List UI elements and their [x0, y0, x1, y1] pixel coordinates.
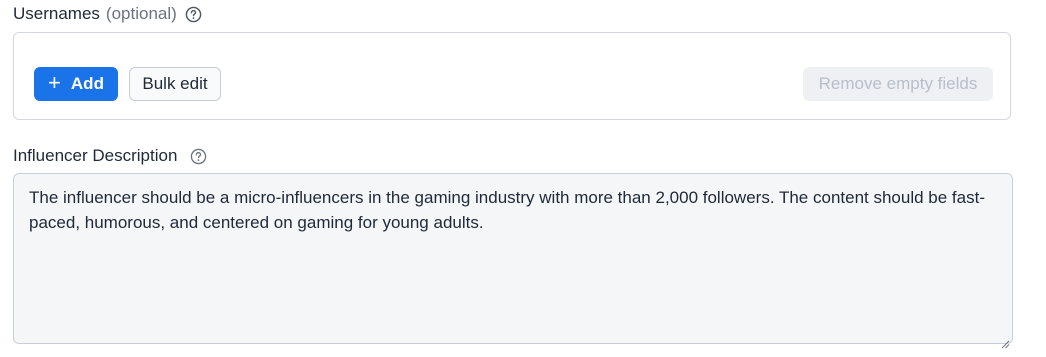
- usernames-label: Usernames: [13, 4, 100, 23]
- add-button-label: Add: [70, 74, 104, 93]
- usernames-label-row: Usernames (optional): [13, 4, 203, 24]
- plus-icon: +: [48, 70, 61, 95]
- form-section: Usernames (optional) + Add Bulk edit Rem…: [0, 0, 1046, 357]
- add-username-button[interactable]: + Add: [34, 67, 118, 101]
- description-label: Influencer Description: [13, 146, 178, 165]
- remove-empty-fields-button[interactable]: Remove empty fields: [803, 67, 993, 101]
- optional-hint: (optional): [105, 4, 177, 23]
- bulk-edit-button[interactable]: Bulk edit: [129, 67, 221, 101]
- influencer-description-textarea[interactable]: The influencer should be a micro-influen…: [13, 173, 1013, 349]
- usernames-container: + Add Bulk edit Remove empty fields: [13, 32, 1011, 120]
- resize-handle-icon[interactable]: [1000, 331, 1010, 349]
- description-label-row: Influencer Description: [13, 146, 207, 166]
- description-text: The influencer should be a micro-influen…: [29, 188, 985, 232]
- bulk-edit-label: Bulk edit: [142, 74, 208, 93]
- question-circle-icon[interactable]: [185, 5, 203, 23]
- question-circle-icon[interactable]: [189, 147, 207, 165]
- remove-empty-label: Remove empty fields: [818, 74, 978, 93]
